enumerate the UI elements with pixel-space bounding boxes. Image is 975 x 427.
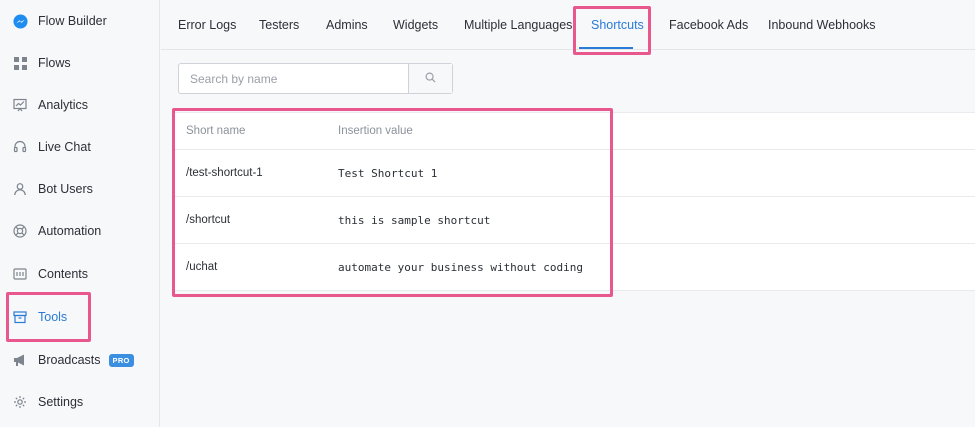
tab-testers[interactable]: Testers xyxy=(259,18,299,32)
analytics-icon xyxy=(12,97,28,113)
tab-multiple-languages[interactable]: Multiple Languages xyxy=(464,18,572,32)
short-name-cell: /uchat xyxy=(186,261,218,273)
grid-icon xyxy=(12,55,28,71)
active-tab-indicator xyxy=(579,47,633,49)
sidebar-item-label: Tools xyxy=(38,310,68,324)
sidebar-item-automation[interactable]: Automation xyxy=(0,210,160,252)
pro-badge: PRO xyxy=(108,353,134,367)
insertion-value-cell: this is sample shortcut xyxy=(338,213,491,227)
messenger-icon xyxy=(12,13,28,29)
tab-bar: Error Logs Testers Admins Widgets Multip… xyxy=(161,0,975,50)
contents-icon xyxy=(12,266,28,282)
headset-icon xyxy=(12,139,28,155)
sidebar-item-settings[interactable]: Settings xyxy=(0,381,160,423)
sidebar-item-label: Flow Builder xyxy=(38,14,107,28)
table-row[interactable]: /uchat automate your business without co… xyxy=(173,244,975,291)
tab-shortcuts[interactable]: Shortcuts xyxy=(591,18,644,32)
tab-facebook-ads[interactable]: Facebook Ads xyxy=(669,18,748,32)
lifebuoy-icon xyxy=(12,223,28,239)
sidebar: Flow Builder Flows Analytics Live Chat B… xyxy=(0,0,160,427)
sidebar-item-bot-users[interactable]: Bot Users xyxy=(0,168,160,210)
search-icon xyxy=(425,70,436,88)
sidebar-item-label: Contents xyxy=(38,267,89,281)
sidebar-item-flows[interactable]: Flows xyxy=(0,42,160,84)
megaphone-icon xyxy=(12,352,28,368)
table-row[interactable]: /shortcut this is sample shortcut xyxy=(173,197,975,244)
table-row[interactable]: /test-shortcut-1 Test Shortcut 1 xyxy=(173,150,975,197)
short-name-cell: /shortcut xyxy=(186,214,231,226)
tab-inbound-webhooks[interactable]: Inbound Webhooks xyxy=(768,18,876,32)
short-name-cell: /test-shortcut-1 xyxy=(186,167,263,179)
table-header: Short name Insertion value xyxy=(173,113,975,150)
sidebar-item-tools[interactable]: Tools xyxy=(0,296,160,338)
sidebar-item-label: Bot Users xyxy=(38,182,93,196)
main-content: Error Logs Testers Admins Widgets Multip… xyxy=(161,0,975,427)
search-input[interactable] xyxy=(179,64,408,93)
sidebar-item-label: Automation xyxy=(38,224,102,238)
sidebar-item-label: Flows xyxy=(38,56,71,70)
sidebar-item-live-chat[interactable]: Live Chat xyxy=(0,126,160,168)
sidebar-item-broadcasts[interactable]: Broadcasts PRO xyxy=(0,339,160,381)
column-header-short-name: Short name xyxy=(186,125,246,137)
toolbox-icon xyxy=(12,309,28,325)
sidebar-item-flow-builder[interactable]: Flow Builder xyxy=(0,0,160,42)
column-header-insertion-value: Insertion value xyxy=(338,125,413,137)
tab-admins[interactable]: Admins xyxy=(326,18,368,32)
tab-widgets[interactable]: Widgets xyxy=(393,18,438,32)
gear-icon xyxy=(12,394,28,410)
sidebar-item-label: Live Chat xyxy=(38,140,91,154)
shortcuts-table: Short name Insertion value /test-shortcu… xyxy=(173,112,975,291)
sidebar-item-label: Settings xyxy=(38,395,84,409)
sidebar-item-label: Analytics xyxy=(38,98,89,112)
sidebar-item-label: Broadcasts xyxy=(38,353,101,367)
user-icon xyxy=(12,181,28,197)
insertion-value-cell: Test Shortcut 1 xyxy=(338,166,438,180)
tab-error-logs[interactable]: Error Logs xyxy=(178,18,236,32)
search-button[interactable] xyxy=(408,64,452,93)
insertion-value-cell: automate your business without coding xyxy=(338,260,584,274)
sidebar-item-contents[interactable]: Contents xyxy=(0,253,160,295)
sidebar-item-analytics[interactable]: Analytics xyxy=(0,84,160,126)
search-box xyxy=(178,63,453,94)
